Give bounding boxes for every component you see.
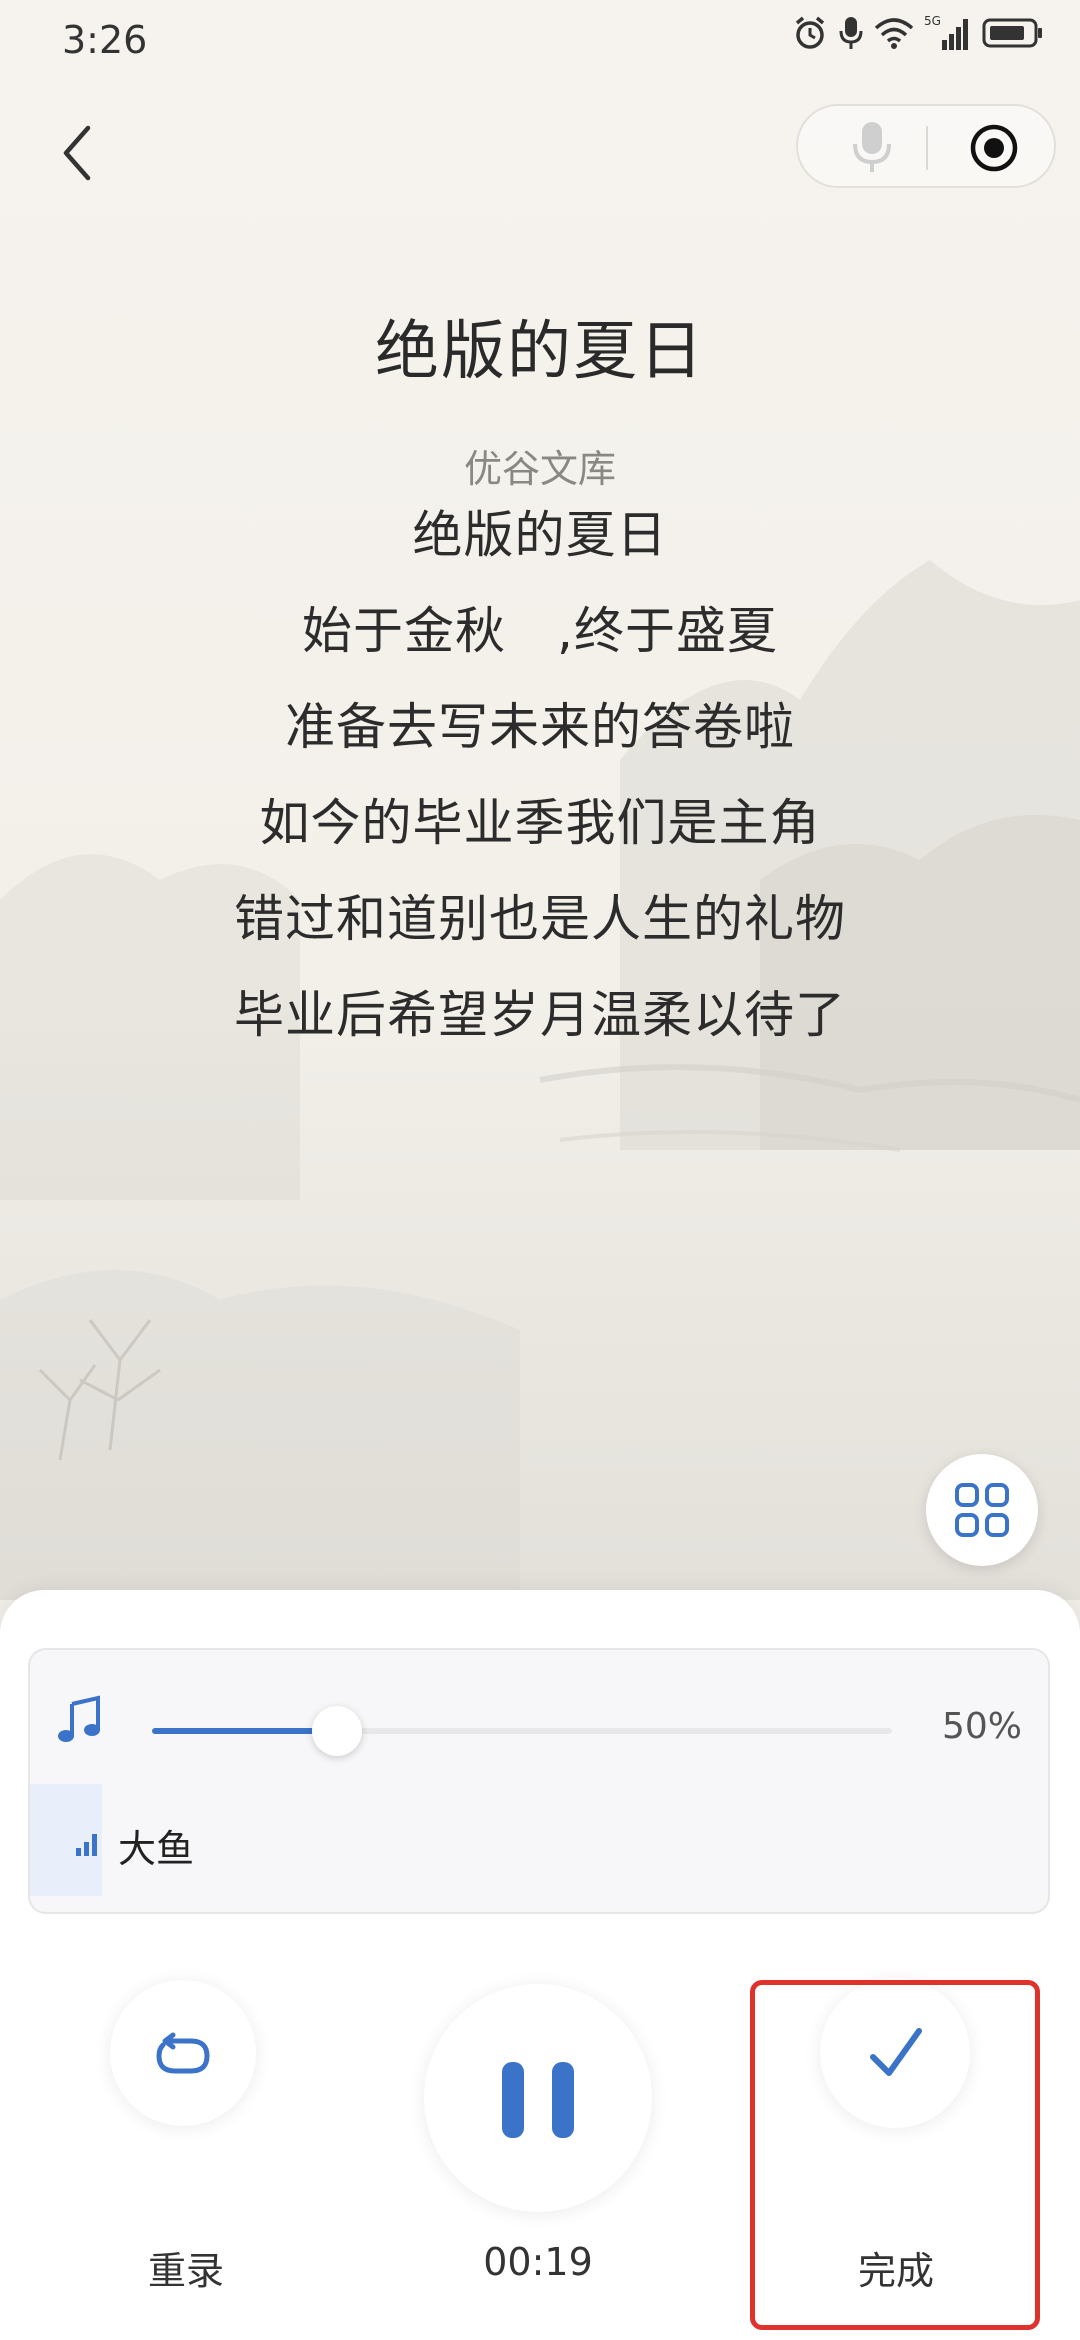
done-label: 完成 bbox=[857, 2249, 934, 2293]
status-time: 3:26 bbox=[62, 18, 148, 62]
mic-icon[interactable] bbox=[850, 120, 894, 174]
text-line: 绝版的夏日 bbox=[412, 506, 668, 564]
text-line: 错过和道别也是人生的礼物 bbox=[234, 890, 846, 948]
recording-screen: 3:26 5G 绝版的夏日 优谷文库 绝版的夏日 始于金秋 ,终于盛夏 准备去写… bbox=[0, 0, 1080, 2340]
check-icon bbox=[870, 2028, 922, 2076]
background-music-card: 50% 大鱼 bbox=[28, 1648, 1050, 1914]
refresh-icon bbox=[156, 2032, 210, 2074]
track-name: 大鱼 bbox=[118, 1827, 195, 1871]
menu-capsule bbox=[796, 104, 1056, 188]
battery-icon bbox=[982, 18, 1042, 48]
volume-slider-fill bbox=[152, 1728, 337, 1734]
grid-menu-button[interactable] bbox=[926, 1454, 1038, 1566]
done-button[interactable] bbox=[820, 1978, 970, 2128]
text-line: 如今的毕业季我们是主角 bbox=[259, 794, 821, 852]
track-selected-indicator bbox=[30, 1784, 102, 1896]
volume-percent: 50% bbox=[941, 1706, 1022, 1747]
signal-bars-icon bbox=[76, 1834, 97, 1856]
text-line: 毕业后希望岁月温柔以待了 bbox=[234, 986, 846, 1044]
text-line: 始于金秋 ,终于盛夏 bbox=[302, 602, 778, 660]
status-icons: 5G bbox=[792, 14, 1044, 52]
rerecord-label: 重录 bbox=[147, 2249, 224, 2293]
page-title: 绝版的夏日 bbox=[375, 315, 705, 389]
recording-panel: 50% 大鱼 bbox=[0, 1590, 1080, 2340]
rerecord-button[interactable] bbox=[110, 1980, 256, 2126]
back-button[interactable] bbox=[50, 118, 110, 188]
text-line: 准备去写未来的答卷啦 bbox=[285, 698, 795, 756]
pause-icon bbox=[502, 2062, 574, 2138]
recording-timer: 00:19 bbox=[483, 2240, 593, 2284]
volume-slider[interactable] bbox=[152, 1706, 892, 1756]
pause-button[interactable] bbox=[424, 1984, 652, 2212]
music-note-icon bbox=[58, 1695, 100, 1742]
capsule-divider bbox=[926, 126, 928, 170]
signal-icon: 5G bbox=[924, 14, 968, 50]
network-type-label: 5G bbox=[924, 14, 941, 28]
volume-slider-thumb[interactable] bbox=[312, 1706, 362, 1756]
source-label: 优谷文库 bbox=[463, 447, 616, 491]
mic-icon bbox=[839, 17, 863, 49]
wifi-icon bbox=[874, 18, 914, 49]
text-lines: 绝版的夏日 始于金秋 ,终于盛夏 准备去写未来的答卷啦 如今的毕业季我们是主角 … bbox=[0, 498, 1080, 1074]
music-track-item[interactable]: 大鱼 bbox=[30, 1784, 630, 1896]
target-icon[interactable] bbox=[968, 122, 1020, 174]
grid-icon bbox=[955, 1483, 1009, 1537]
alarm-icon bbox=[795, 16, 825, 49]
